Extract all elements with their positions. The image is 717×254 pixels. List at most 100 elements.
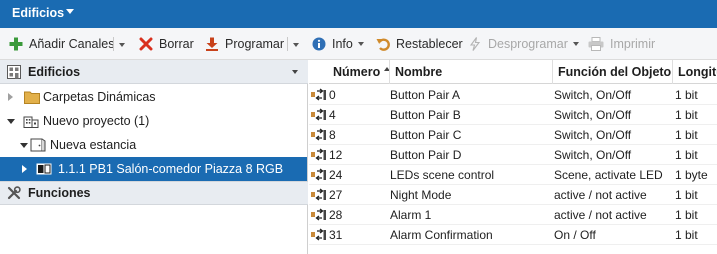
toolbar-divider xyxy=(113,37,114,51)
folder-icon xyxy=(24,90,40,104)
info-label: Info xyxy=(332,37,353,51)
cell-function: Scene, activate LED xyxy=(554,168,663,182)
program-button[interactable]: Programar xyxy=(205,35,284,53)
cell-number: 24 xyxy=(329,168,343,182)
cell-number: 0 xyxy=(329,88,336,102)
cell-number: 8 xyxy=(329,128,336,142)
add-channels-button[interactable]: Añadir Canales xyxy=(9,35,114,53)
tree-item-label: Carpetas Dinámicas xyxy=(43,90,156,104)
delete-label: Borrar xyxy=(159,37,194,51)
group-object-icon xyxy=(311,168,327,182)
collapse-arrow-icon[interactable] xyxy=(7,119,15,124)
expand-arrow-icon[interactable] xyxy=(8,93,13,101)
cell-name: Button Pair D xyxy=(390,148,462,162)
unprogram-dropdown-icon[interactable] xyxy=(572,42,579,46)
lightning-icon xyxy=(468,37,482,51)
table-row[interactable]: 24 LEDs scene control Scene, activate LED 1… xyxy=(309,165,717,185)
cell-function: active / not active xyxy=(554,208,647,222)
collapse-arrow-icon[interactable] xyxy=(20,143,28,148)
column-header-number[interactable]: Número xyxy=(309,60,390,84)
undo-icon xyxy=(376,37,390,51)
cell-function: Switch, On/Off xyxy=(554,148,632,162)
table-row[interactable]: 31 Alarm Confirmation On / Off 1 bit xyxy=(309,225,717,245)
cell-name: Alarm Confirmation xyxy=(390,228,493,242)
buildings-panel-header[interactable]: Edificios xyxy=(0,60,308,84)
delete-button[interactable]: Borrar xyxy=(139,35,194,53)
info-dropdown-icon[interactable] xyxy=(357,42,364,46)
cell-number: 4 xyxy=(329,108,336,122)
column-header-name[interactable]: Nombre xyxy=(390,60,553,84)
table-row[interactable]: 28 Alarm 1 active / not active 1 bit xyxy=(309,205,717,225)
column-header-function[interactable]: Función del Objeto xyxy=(553,60,673,84)
restore-button[interactable]: Restablecer xyxy=(376,35,463,53)
tree-item-project[interactable]: Nuevo proyecto (1) xyxy=(0,109,307,133)
tree-item-label: 1.1.1 PB1 Salón-comedor Piazza 8 RGB xyxy=(58,162,284,176)
printer-icon xyxy=(588,37,604,51)
group-object-icon xyxy=(311,128,327,142)
window-title[interactable]: Edificios xyxy=(12,6,64,20)
program-label: Programar xyxy=(225,37,285,51)
cell-length: 1 byte xyxy=(675,168,708,182)
column-header-length[interactable]: Longitu xyxy=(673,60,717,84)
unprogram-button[interactable]: Desprogramar xyxy=(468,35,579,53)
column-header-label: Número xyxy=(333,65,381,79)
restore-label: Restablecer xyxy=(396,37,463,51)
group-object-icon xyxy=(311,88,327,102)
table-header: Número Nombre Función del Objeto Longitu xyxy=(309,60,717,84)
print-button[interactable]: Imprimir xyxy=(588,35,655,53)
cell-name: Button Pair A xyxy=(390,88,461,102)
unprogram-label: Desprogramar xyxy=(488,37,568,51)
cell-function: Switch, On/Off xyxy=(554,128,632,142)
tree-item-label: Nueva estancia xyxy=(50,138,137,152)
functions-panel-header[interactable]: Funciones xyxy=(0,181,308,205)
x-icon xyxy=(139,37,153,51)
title-dropdown-icon[interactable] xyxy=(66,9,74,14)
column-header-label: Longitu xyxy=(678,65,717,79)
table-row[interactable]: 8 Button Pair C Switch, On/Off 1 bit xyxy=(309,125,717,145)
buildings-panel-title: Edificios xyxy=(28,64,81,79)
room-icon xyxy=(30,138,46,152)
tree-item-dynamic-folders[interactable]: Carpetas Dinámicas xyxy=(0,85,307,109)
column-header-label: Función del Objeto xyxy=(558,65,672,79)
expand-arrow-icon[interactable] xyxy=(22,165,27,173)
project-building-icon xyxy=(23,114,39,128)
cell-function: On / Off xyxy=(554,228,596,242)
group-object-icon xyxy=(311,228,327,242)
cell-length: 1 bit xyxy=(675,128,698,142)
cell-function: Switch, On/Off xyxy=(554,108,632,122)
table-row[interactable]: 27 Night Mode active / not active 1 bit xyxy=(309,185,717,205)
tools-icon xyxy=(7,186,21,200)
plus-icon xyxy=(9,37,23,51)
cell-function: active / not active xyxy=(554,188,647,202)
add-channels-dropdown-icon[interactable] xyxy=(119,43,125,47)
title-bar: Edificios xyxy=(0,0,717,28)
group-object-icon xyxy=(311,208,327,222)
cell-number: 31 xyxy=(329,228,343,242)
download-arrow-icon xyxy=(205,37,219,51)
group-objects-table: Número Nombre Función del Objeto Longitu… xyxy=(309,60,717,254)
toolbar: Añadir Canales Borrar Programar Info Res… xyxy=(0,28,717,60)
functions-panel-title: Funciones xyxy=(28,186,91,200)
cell-length: 1 bit xyxy=(675,148,698,162)
table-row[interactable]: 4 Button Pair B Switch, On/Off 1 bit xyxy=(309,105,717,125)
cell-length: 1 bit xyxy=(675,88,698,102)
cell-length: 1 bit xyxy=(675,228,698,242)
cell-name: Alarm 1 xyxy=(390,208,432,222)
cell-name: Button Pair C xyxy=(390,128,462,142)
info-button[interactable]: Info xyxy=(312,35,364,53)
group-object-icon xyxy=(311,108,327,122)
toolbar-divider xyxy=(287,37,288,51)
program-dropdown-icon[interactable] xyxy=(293,43,299,47)
table-row[interactable]: 0 Button Pair A Switch, On/Off 1 bit xyxy=(309,85,717,105)
tree-item-device[interactable]: 1.1.1 PB1 Salón-comedor Piazza 8 RGB xyxy=(0,157,307,181)
cell-number: 27 xyxy=(329,188,343,202)
cell-length: 1 bit xyxy=(675,108,698,122)
table-row[interactable]: 12 Button Pair D Switch, On/Off 1 bit xyxy=(309,145,717,165)
group-object-icon xyxy=(311,148,327,162)
building-icon xyxy=(7,64,21,79)
cell-name: LEDs scene control xyxy=(390,168,495,182)
tree-item-room[interactable]: Nueva estancia xyxy=(0,133,307,157)
print-label: Imprimir xyxy=(610,37,656,51)
buildings-panel: Edificios Carpetas Dinámicas Nuevo proye… xyxy=(0,60,308,254)
panel-dropdown-icon[interactable] xyxy=(292,70,298,74)
